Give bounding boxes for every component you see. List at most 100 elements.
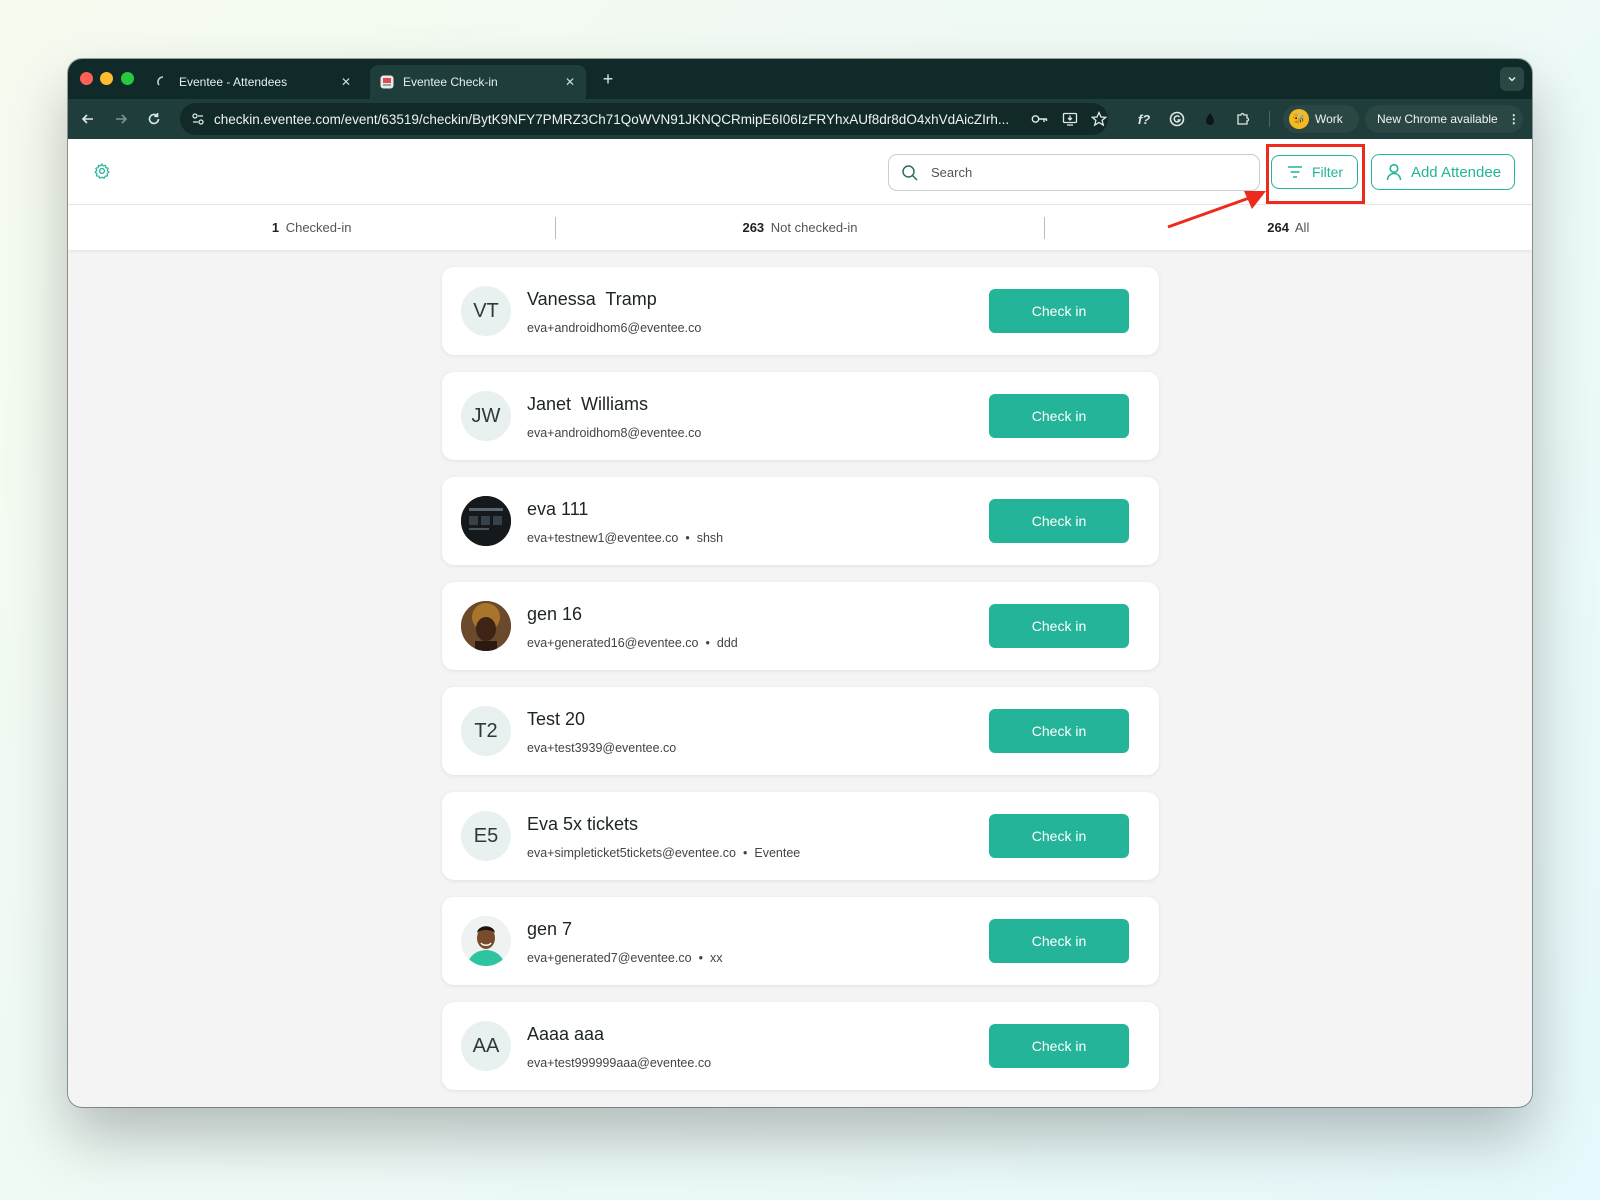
email-text: eva+androidhom8@eventee.co (527, 426, 702, 440)
email-text: eva+generated7@eventee.co (527, 951, 692, 965)
url-text: checkin.eventee.com/event/63519/checkin/… (214, 111, 1010, 127)
reload-button[interactable] (142, 107, 166, 131)
gear-icon (94, 163, 110, 179)
add-attendee-label: Add Attendee (1410, 163, 1502, 181)
add-attendee-button[interactable]: Add Attendee (1371, 154, 1515, 190)
close-window-button[interactable] (80, 72, 93, 85)
attendee-name: gen 16 (527, 604, 583, 624)
browser-window: Eventee - Attendees ✕ Eventee Check-in ✕… (68, 59, 1532, 1107)
annotation-highlight-box (1266, 144, 1365, 204)
settings-button[interactable] (90, 159, 114, 183)
tab-title: Eventee - Attendees (179, 75, 288, 89)
attendee-details: eva+generated16@eventee.co • ddd (527, 636, 738, 650)
check-in-button[interactable]: Check in (989, 1024, 1129, 1068)
stat-label: All (1294, 220, 1310, 235)
list-item: JW Janet Williams eva+androidhom8@evente… (442, 372, 1159, 460)
avatar: JW (461, 391, 511, 441)
email-text: eva+testnew1@eventee.co (527, 531, 679, 545)
search-input[interactable] (931, 165, 1251, 180)
profile-button[interactable]: 🐝 Work (1283, 105, 1359, 133)
attendee-email: eva+test999999aaa@eventee.co (527, 1056, 711, 1070)
install-app-icon[interactable] (1058, 107, 1082, 131)
list-item: AA Aaaa aaa eva+test999999aaa@eventee.co… (442, 1002, 1159, 1090)
list-item: T2 Test 20 eva+test3939@eventee.co Check… (442, 687, 1159, 775)
toolbar-divider (1269, 111, 1270, 127)
check-in-button[interactable]: Check in (989, 394, 1129, 438)
separator-dot: • (698, 951, 703, 965)
attendee-details: eva+simpleticket5tickets@eventee.co • Even… (527, 846, 800, 860)
attendee-extra: xx (709, 951, 723, 965)
attendee-email: eva+androidhom8@eventee.co (527, 426, 701, 440)
more-menu-icon[interactable]: ⋮ (1508, 112, 1520, 126)
avatar: E5 (461, 811, 511, 861)
tab-strip: Eventee - Attendees ✕ Eventee Check-in ✕… (68, 59, 1532, 99)
stat-not-checked-in[interactable]: 263 Not checked-in (556, 220, 1043, 235)
new-tab-button[interactable]: + (596, 67, 620, 91)
avatar-photo (461, 601, 511, 651)
address-bar[interactable]: checkin.eventee.com/event/63519/checkin/… (180, 103, 1108, 135)
email-text: eva+test999999aaa@eventee.co (527, 1056, 712, 1070)
tab-eventee-checkin[interactable]: Eventee Check-in ✕ (370, 65, 586, 99)
arrow-left-icon (81, 114, 93, 124)
list-item: E5 Eva 5x tickets eva+simpleticket5ticke… (442, 792, 1159, 880)
check-in-button[interactable]: Check in (989, 709, 1129, 753)
update-label: New Chrome available (1377, 112, 1498, 126)
attendee-name: Aaaa aaa (527, 1024, 605, 1044)
attendee-list: VT Vanessa Tramp eva+androidhom6@eventee… (442, 267, 1159, 1107)
attendee-details: eva+testnew1@eventee.co • shsh (527, 531, 723, 545)
list-item: gen 16 eva+generated16@eventee.co • ddd Ch… (442, 582, 1159, 670)
list-item: VT Vanessa Tramp eva+androidhom6@eventee… (442, 267, 1159, 355)
extensions-puzzle-icon[interactable] (1231, 107, 1255, 131)
stat-checked-in[interactable]: 1 Checked-in (68, 220, 555, 235)
email-text: eva+androidhom6@eventee.co (527, 321, 702, 335)
avatar: AA (461, 1021, 511, 1071)
check-in-button[interactable]: Check in (989, 919, 1129, 963)
annotation-arrow-icon (1167, 191, 1266, 229)
avatar: VT (461, 286, 511, 336)
check-in-button[interactable]: Check in (989, 499, 1129, 543)
stat-label: Checked-in (285, 220, 352, 235)
site-settings-icon[interactable] (186, 107, 210, 131)
attendee-name: Test 20 (527, 709, 586, 729)
minimize-window-button[interactable] (100, 72, 113, 85)
attendee-name: Eva 5x tickets (527, 814, 639, 834)
password-key-icon[interactable] (1028, 107, 1052, 131)
dropper-extension-icon[interactable] (1198, 107, 1222, 131)
tab-eventee-attendees[interactable]: Eventee - Attendees ✕ (146, 65, 362, 99)
attendee-name: Vanessa Tramp (527, 289, 657, 309)
checkin-stats-bar: 1 Checked-in 263 Not checked-in 264 All (68, 205, 1532, 250)
stat-count: 263 (742, 220, 765, 235)
check-in-button[interactable]: Check in (989, 814, 1129, 858)
loading-icon (156, 75, 170, 89)
reload-icon (148, 113, 160, 125)
close-tab-icon[interactable]: ✕ (336, 75, 356, 89)
email-text: eva+generated16@eventee.co (527, 636, 699, 650)
separator-dot: • (705, 636, 710, 650)
separator-dot: • (685, 531, 690, 545)
check-in-button[interactable]: Check in (989, 289, 1129, 333)
stat-all[interactable]: 264 All (1045, 220, 1532, 235)
tab-search-button[interactable] (1500, 67, 1524, 91)
close-tab-icon[interactable]: ✕ (560, 75, 580, 89)
attendee-details: eva+generated7@eventee.co • xx (527, 951, 722, 965)
avatar-photo (461, 496, 511, 546)
attendee-extra: Eventee (754, 846, 801, 860)
back-button[interactable] (76, 107, 100, 131)
chrome-update-button[interactable]: New Chrome available ⋮ (1365, 105, 1523, 133)
attendee-extra: ddd (716, 636, 738, 650)
separator-dot: • (742, 846, 748, 860)
profile-avatar-icon: 🐝 (1289, 109, 1309, 129)
search-icon (899, 162, 921, 184)
attendee-name: Janet Williams (527, 394, 649, 414)
check-in-button[interactable]: Check in (989, 604, 1129, 648)
forward-button[interactable] (109, 107, 133, 131)
avatar: T2 (461, 706, 511, 756)
stat-count: 1 (271, 220, 280, 235)
bookmark-star-icon[interactable] (1087, 107, 1111, 131)
grammarly-icon[interactable] (1165, 107, 1189, 131)
avatar-photo (461, 916, 511, 966)
maximize-window-button[interactable] (121, 72, 134, 85)
browser-toolbar: checkin.eventee.com/event/63519/checkin/… (68, 99, 1532, 139)
extension-fx-icon[interactable]: f? (1132, 107, 1156, 131)
eventee-favicon-icon (380, 75, 394, 89)
